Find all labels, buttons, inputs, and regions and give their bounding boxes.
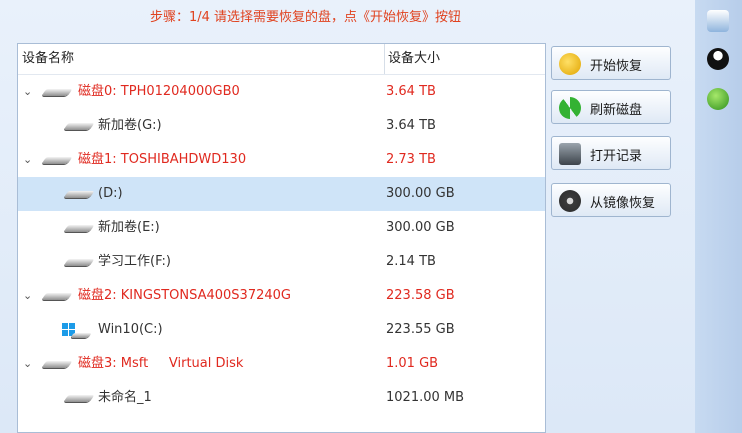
partition-row[interactable]: 新加卷(G:) 3.64 TB (18, 109, 545, 143)
device-name: 学习工作(F:) (98, 254, 171, 269)
open-record-button[interactable]: 打开记录 (551, 136, 671, 170)
partition-icon (63, 191, 95, 198)
device-size: 2.73 TB (386, 152, 436, 167)
device-name: 磁盘3: Msft Virtual Disk (78, 356, 244, 371)
qq-penguin-icon[interactable] (707, 48, 729, 70)
disk-image-icon (559, 190, 581, 212)
device-size: 1.01 GB (386, 356, 439, 371)
refresh-icon (559, 97, 581, 119)
search-recover-icon (559, 53, 581, 75)
device-name: 磁盘2: KINGSTONSA400S37240G (78, 288, 291, 303)
partition-icon (63, 259, 95, 266)
chevron-down-icon[interactable]: ⌄ (23, 279, 32, 313)
start-recovery-button[interactable]: 开始恢复 (551, 46, 671, 80)
chevron-down-icon[interactable]: ⌄ (23, 143, 32, 177)
disk-row[interactable]: ⌄ 磁盘0: TPH01204000GB0 3.64 TB (18, 75, 545, 109)
camera-record-icon (559, 143, 581, 165)
device-size: 2.14 TB (386, 254, 436, 269)
partition-row[interactable]: Win10(C:) 223.55 GB (18, 313, 545, 347)
device-size: 3.64 TB (386, 118, 436, 133)
help-icon[interactable] (707, 88, 729, 110)
device-size: 223.55 GB (386, 322, 455, 337)
device-size: 223.58 GB (386, 288, 455, 303)
hard-disk-icon (41, 361, 73, 368)
device-name: 新加卷(G:) (98, 118, 162, 133)
device-size: 300.00 GB (386, 186, 455, 201)
partition-icon (63, 395, 95, 402)
device-size: 3.64 TB (386, 84, 436, 99)
device-name: (D:) (98, 186, 123, 201)
partition-row[interactable]: 学习工作(F:) 2.14 TB (18, 245, 545, 279)
chevron-down-icon[interactable]: ⌄ (23, 75, 32, 109)
partition-row[interactable]: 新加卷(E:) 300.00 GB (18, 211, 545, 245)
disk-row[interactable]: ⌄ 磁盘3: Msft Virtual Disk 1.01 GB (18, 347, 545, 381)
device-name: 磁盘0: TPH01204000GB0 (78, 84, 240, 99)
hard-disk-icon (41, 293, 73, 300)
partition-icon (63, 225, 95, 232)
restore-from-image-button[interactable]: 从镜像恢复 (551, 183, 671, 217)
device-name: 未命名_1 (98, 390, 152, 405)
step-instruction: 步骤：1/4 请选择需要恢复的盘，点《开始恢复》按钮 (150, 10, 462, 25)
partition-row[interactable]: 未命名_1 1021.00 MB (18, 381, 545, 415)
disk-cloud-icon[interactable] (707, 10, 729, 32)
refresh-disk-button[interactable]: 刷新磁盘 (551, 90, 671, 124)
hard-disk-icon (41, 89, 73, 96)
chevron-down-icon[interactable]: ⌄ (23, 347, 32, 381)
device-name: 新加卷(E:) (98, 220, 160, 235)
hard-disk-icon (41, 157, 73, 164)
disk-row[interactable]: ⌄ 磁盘2: KINGSTONSA400S37240G 223.58 GB (18, 279, 545, 313)
column-device-name[interactable]: 设备名称 (22, 44, 74, 74)
partition-icon (63, 123, 95, 130)
device-list-panel: 设备名称 设备大小 ⌄ 磁盘0: TPH01204000GB0 3.64 TB … (17, 43, 546, 433)
partition-icon (70, 333, 92, 338)
disk-row[interactable]: ⌄ 磁盘1: TOSHIBAHDWD130 2.73 TB (18, 143, 545, 177)
device-name: Win10(C:) (98, 322, 163, 337)
device-size: 1021.00 MB (386, 390, 465, 405)
device-list-header: 设备名称 设备大小 (18, 44, 545, 75)
right-toolbar (695, 0, 742, 433)
column-device-size[interactable]: 设备大小 (388, 44, 440, 74)
device-name: 磁盘1: TOSHIBAHDWD130 (78, 152, 247, 167)
partition-row-selected[interactable]: (D:) 300.00 GB (18, 177, 545, 211)
column-divider (384, 44, 385, 74)
device-size: 300.00 GB (386, 220, 455, 235)
